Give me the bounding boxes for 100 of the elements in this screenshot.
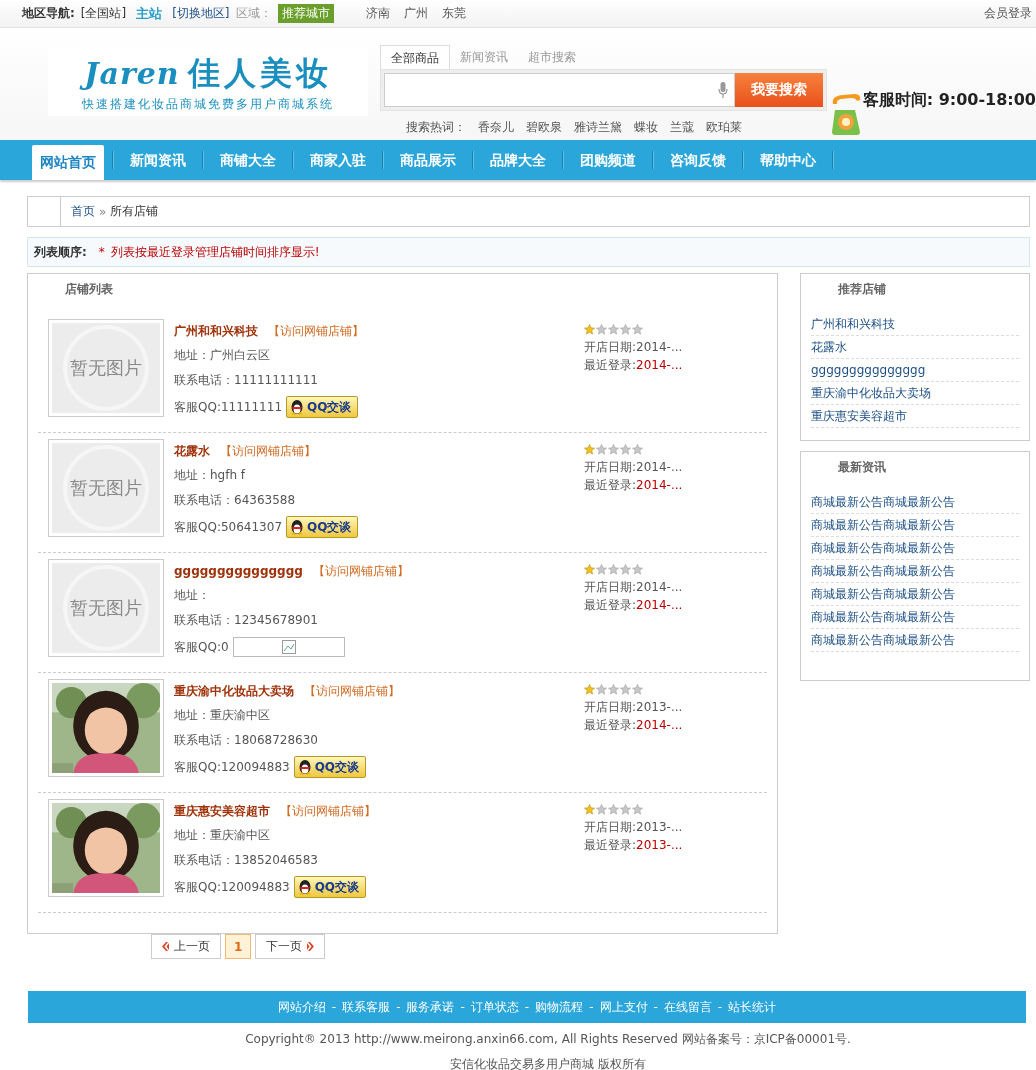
qq-chat-button[interactable]: QQ交谈: [286, 396, 359, 418]
region-nav-label: 地区导航:: [22, 5, 75, 22]
shop-qq: 客服QQ:120094883: [174, 759, 290, 776]
star-icon: [620, 444, 631, 455]
news-link[interactable]: 商城最新公告商城最新公告: [811, 633, 955, 647]
penguin-icon: [290, 399, 304, 415]
news-link[interactable]: 商城最新公告商城最新公告: [811, 495, 955, 509]
search-tab[interactable]: 全部商品: [379, 45, 450, 69]
copyright-text: Copyright® 2013 http://www.meirong.anxin66.com, All Rights Reserved 网站备案号：京ICP备00001号.: [244, 1031, 852, 1048]
panel-title: 店铺列表: [64, 281, 114, 298]
qq-chat-button[interactable]: QQ交谈: [293, 876, 367, 898]
star-icon: [584, 804, 595, 815]
visit-shop-link[interactable]: 【访问网铺店铺】: [280, 802, 376, 820]
current-page-label: 所有店铺: [110, 203, 159, 220]
link-separator: -: [331, 1000, 337, 1014]
last-login-label: 最近登录:: [584, 358, 637, 372]
hot-word-link[interactable]: 欧珀莱: [705, 119, 742, 136]
star-icon: [632, 684, 643, 695]
last-login-label: 最近登录:: [584, 718, 637, 732]
news-link[interactable]: 商城最新公告商城最新公告: [811, 518, 955, 532]
shop-address: 地址：: [174, 587, 211, 604]
no-image-text: 暂无图片: [70, 356, 142, 380]
recommended-shop-link[interactable]: 花露水: [811, 340, 847, 354]
next-page-button[interactable]: 下一页: [255, 934, 326, 959]
member-login-link[interactable]: 会员登录: [984, 5, 1032, 22]
shop-name-link[interactable]: ggggggggggggggg: [174, 564, 303, 578]
broken-image-icon: [281, 640, 296, 654]
star-icon: [632, 324, 643, 335]
news-link[interactable]: 商城最新公告商城最新公告: [811, 541, 955, 555]
no-image-text: 暂无图片: [70, 596, 142, 620]
recommended-shop-link[interactable]: 重庆渝中化妆品大卖场: [811, 386, 931, 400]
link-separator: -: [460, 1000, 465, 1014]
hot-word-link[interactable]: 香奈儿: [477, 119, 514, 136]
hot-word-link[interactable]: 雅诗兰黛: [573, 119, 622, 136]
shop-name-link[interactable]: 广州和和兴科技: [174, 322, 258, 340]
shop-name-link[interactable]: 花露水: [174, 442, 210, 460]
shop-address: 地址：重庆渝中区: [174, 707, 271, 724]
hot-word-link[interactable]: 蝶妆: [633, 119, 658, 136]
required-mark: *: [98, 245, 105, 259]
shop-phone: 联系电话：64363588: [174, 492, 297, 509]
shop-address: 地址：hgfh f: [174, 467, 247, 484]
news-link[interactable]: 商城最新公告商城最新公告: [811, 610, 955, 624]
shop-name-link[interactable]: 重庆惠安美容超市: [174, 802, 270, 820]
search-field[interactable]: [383, 73, 735, 107]
star-icon: [608, 564, 619, 575]
visit-shop-link[interactable]: 【访问网铺店铺】: [268, 322, 364, 340]
visit-shop-link[interactable]: 【访问网铺店铺】: [220, 442, 316, 460]
sort-label: 列表顺序:: [34, 243, 87, 261]
shop-phone: 联系电话：18068728630: [174, 732, 319, 749]
last-login-label: 最近登录:: [584, 598, 637, 612]
recommended-shop-link[interactable]: 广州和和兴科技: [811, 317, 895, 331]
open-date: 开店日期:2014-...: [584, 339, 683, 356]
nav-tab[interactable]: 网站首页: [32, 145, 104, 180]
shop-qq: 客服QQ:50641307: [174, 519, 282, 536]
qq-chat-button[interactable]: QQ交谈: [286, 516, 359, 538]
qq-chat-button[interactable]: QQ交谈: [293, 756, 367, 778]
switch-region-link[interactable]: [切换地区]: [172, 5, 230, 22]
city-link[interactable]: 广州: [403, 5, 428, 22]
star-icon: [596, 564, 607, 575]
open-date: 开店日期:2014-...: [584, 459, 683, 476]
service-hours: 客服时间: 9:00-18:00: [862, 90, 1036, 111]
star-icon: [608, 444, 619, 455]
star-icon: [620, 324, 631, 335]
recommended-shop-link[interactable]: ggggggggggggggg: [811, 363, 926, 377]
star-icon: [584, 324, 595, 335]
visit-shop-link[interactable]: 【访问网铺店铺】: [312, 562, 409, 580]
recommended-shop-link[interactable]: 重庆惠安美容超市: [811, 409, 907, 423]
panel-title: 最新资讯: [837, 459, 887, 476]
sort-notice: 列表按最近登录管理店铺时间排序显示!: [110, 243, 320, 261]
hot-word-link[interactable]: 碧欧泉: [525, 119, 562, 136]
star-icon: [620, 684, 631, 695]
city-link[interactable]: 东莞: [441, 5, 466, 22]
microphone-icon[interactable]: [717, 82, 728, 98]
shop-name-link[interactable]: 重庆渝中化妆品大卖场: [174, 682, 294, 700]
link-separator: -: [396, 1000, 401, 1014]
region-label: 区域：: [235, 5, 272, 22]
city-link[interactable]: 济南: [365, 5, 390, 22]
last-login-date: 2013-...: [636, 838, 683, 852]
last-login-date: 2014-...: [636, 478, 683, 492]
all-site-link[interactable]: [全国站]: [80, 5, 127, 22]
link-separator: -: [717, 1000, 723, 1014]
previous-page-button[interactable]: 上一页: [151, 934, 221, 959]
last-login-date: 2014-...: [636, 718, 683, 732]
star-icon: [632, 564, 643, 575]
open-date: 开店日期:2013-...: [584, 819, 683, 836]
home-link[interactable]: 首页: [71, 203, 95, 220]
news-link[interactable]: 商城最新公告商城最新公告: [811, 564, 955, 578]
hot-word-link[interactable]: 兰蔻: [669, 119, 694, 136]
news-link[interactable]: 商城最新公告商城最新公告: [811, 587, 955, 601]
chevron-left-icon: [162, 942, 170, 951]
star-icon: [608, 804, 619, 815]
shop-qq: 客服QQ:120094883: [174, 879, 290, 896]
shop-address: 地址：广州白云区: [174, 347, 271, 364]
star-icon: [608, 684, 619, 695]
star-icon: [584, 444, 595, 455]
panel-title: 推荐店铺: [837, 281, 887, 298]
last-login-date: 2014-...: [636, 598, 683, 612]
link-separator: -: [524, 1000, 530, 1014]
shop-phone: 联系电话：13852046583: [174, 852, 319, 869]
visit-shop-link[interactable]: 【访问网铺店铺】: [304, 682, 400, 700]
